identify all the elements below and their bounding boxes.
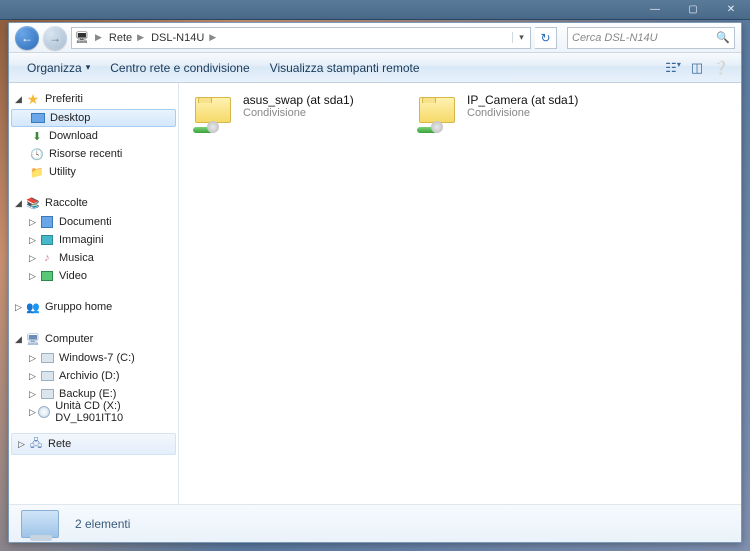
- libraries-header[interactable]: ◢ 📚 Raccolte: [9, 193, 178, 213]
- video-icon: [39, 268, 55, 284]
- status-text: 2 elementi: [75, 517, 130, 531]
- expand-icon: ▷: [29, 217, 39, 228]
- libraries-group: ◢ 📚 Raccolte ▷ Documenti ▷ Immagini ▷ ♪: [9, 193, 178, 285]
- homegroup-header[interactable]: ▷ 👥 Gruppo home: [9, 297, 178, 317]
- collapse-icon: ◢: [15, 198, 25, 209]
- expand-icon: ▷: [29, 389, 39, 400]
- close-button[interactable]: ✕: [718, 3, 744, 17]
- search-placeholder: Cerca DSL-N14U: [572, 32, 658, 44]
- view-remote-printers-button[interactable]: Visualizza stampanti remote: [260, 53, 430, 82]
- expand-icon: ▷: [29, 371, 39, 382]
- navigation-pane: ◢ ★ Preferiti Desktop ⬇ Download 🕓 Risor…: [9, 83, 179, 504]
- sidebar-item-download[interactable]: ⬇ Download: [9, 127, 178, 145]
- sidebar-item-recent[interactable]: 🕓 Risorse recenti: [9, 145, 178, 163]
- favorites-header[interactable]: ◢ ★ Preferiti: [9, 89, 178, 109]
- pictures-icon: [39, 232, 55, 248]
- documents-icon: [39, 214, 55, 230]
- sidebar-item-music[interactable]: ▷ ♪ Musica: [9, 249, 178, 267]
- view-options-button[interactable]: ☷ ▾: [661, 60, 685, 76]
- collapse-icon: ◢: [15, 94, 25, 105]
- drive-icon: [39, 368, 55, 384]
- share-item[interactable]: IP_Camera (at sda1) Condivisione: [417, 93, 617, 135]
- cd-icon: [38, 404, 52, 420]
- network-icon: 🖧: [28, 436, 44, 452]
- computer-header[interactable]: ◢ 🖥 Computer: [9, 329, 178, 349]
- desktop-icon: [30, 110, 46, 126]
- breadcrumb-segment[interactable]: Rete: [105, 28, 134, 48]
- sidebar-item-video[interactable]: ▷ Video: [9, 267, 178, 285]
- star-icon: ★: [25, 91, 41, 107]
- nav-bar: ← → 🖥 ▶ Rete ▶ DSL-N14U ▶ ▾ ↻ Cerca DSL-…: [9, 23, 741, 53]
- network-center-button[interactable]: Centro rete e condivisione: [100, 53, 259, 82]
- favorites-group: ◢ ★ Preferiti Desktop ⬇ Download 🕓 Risor…: [9, 89, 178, 181]
- share-folder-icon: [417, 93, 459, 135]
- homegroup-group: ▷ 👥 Gruppo home: [9, 297, 178, 317]
- sidebar-item-utility[interactable]: 📁 Utility: [9, 163, 178, 181]
- chevron-right-icon: ▶: [92, 32, 105, 43]
- collapse-icon: ◢: [15, 334, 25, 345]
- chevron-right-icon: ▶: [134, 32, 147, 43]
- sidebar-item-cd-drive[interactable]: ▷ Unità CD (X:) DV_L901IT10: [9, 403, 178, 421]
- sidebar-item-pictures[interactable]: ▷ Immagini: [9, 231, 178, 249]
- share-name: asus_swap (at sda1): [243, 93, 354, 107]
- drive-icon: [39, 386, 55, 402]
- computer-icon: 🖥: [25, 331, 41, 347]
- status-bar: 2 elementi: [9, 504, 741, 542]
- share-item[interactable]: asus_swap (at sda1) Condivisione: [193, 93, 393, 135]
- libraries-icon: 📚: [25, 195, 41, 211]
- recent-icon: 🕓: [29, 146, 45, 162]
- explorer-window: ← → 🖥 ▶ Rete ▶ DSL-N14U ▶ ▾ ↻ Cerca DSL-…: [8, 22, 742, 543]
- homegroup-icon: 👥: [25, 299, 41, 315]
- share-folder-icon: [193, 93, 235, 135]
- sidebar-item-desktop[interactable]: Desktop: [11, 109, 176, 127]
- content-pane[interactable]: asus_swap (at sda1) Condivisione IP_Came…: [179, 83, 741, 504]
- folder-icon: 📁: [29, 164, 45, 180]
- sidebar-item-documents[interactable]: ▷ Documenti: [9, 213, 178, 231]
- search-input[interactable]: Cerca DSL-N14U 🔍: [567, 27, 735, 49]
- preview-pane-button[interactable]: ◫: [685, 60, 709, 76]
- organize-menu[interactable]: Organizza▾: [17, 53, 100, 82]
- forward-button[interactable]: →: [43, 26, 67, 50]
- expand-icon: ▷: [15, 302, 25, 313]
- expand-icon: ▷: [29, 353, 39, 364]
- network-group: ▷ 🖧 Rete: [9, 433, 178, 455]
- back-button[interactable]: ←: [15, 26, 39, 50]
- sidebar-item-drive-d[interactable]: ▷ Archivio (D:): [9, 367, 178, 385]
- status-icon: [21, 510, 59, 538]
- chevron-down-icon: ▾: [86, 62, 91, 73]
- network-header[interactable]: ▷ 🖧 Rete: [11, 433, 176, 455]
- search-icon[interactable]: 🔍: [716, 31, 730, 44]
- maximize-button[interactable]: ▢: [680, 3, 706, 17]
- expand-icon: ▷: [29, 253, 39, 264]
- computer-icon: 🖥: [72, 31, 92, 44]
- help-button[interactable]: ❔: [709, 60, 733, 76]
- share-name: IP_Camera (at sda1): [467, 93, 578, 107]
- music-icon: ♪: [39, 250, 55, 266]
- computer-group: ◢ 🖥 Computer ▷ Windows-7 (C:) ▷ Archivio…: [9, 329, 178, 421]
- expand-icon: ▷: [29, 407, 38, 418]
- expand-icon: ▷: [29, 235, 39, 246]
- share-type: Condivisione: [467, 107, 578, 119]
- share-type: Condivisione: [243, 107, 354, 119]
- breadcrumb-segment[interactable]: DSL-N14U: [147, 28, 206, 48]
- expand-icon: ▷: [18, 439, 28, 450]
- download-icon: ⬇: [29, 128, 45, 144]
- chevron-right-icon: ▶: [206, 32, 219, 43]
- window-titlebar: — ▢ ✕: [0, 0, 750, 20]
- refresh-button[interactable]: ↻: [535, 27, 557, 49]
- expand-icon: ▷: [29, 271, 39, 282]
- command-bar: Organizza▾ Centro rete e condivisione Vi…: [9, 53, 741, 83]
- address-bar[interactable]: 🖥 ▶ Rete ▶ DSL-N14U ▶ ▾: [71, 27, 531, 49]
- drive-icon: [39, 350, 55, 366]
- minimize-button[interactable]: —: [642, 3, 668, 17]
- address-dropdown[interactable]: ▾: [512, 32, 530, 43]
- sidebar-item-drive-c[interactable]: ▷ Windows-7 (C:): [9, 349, 178, 367]
